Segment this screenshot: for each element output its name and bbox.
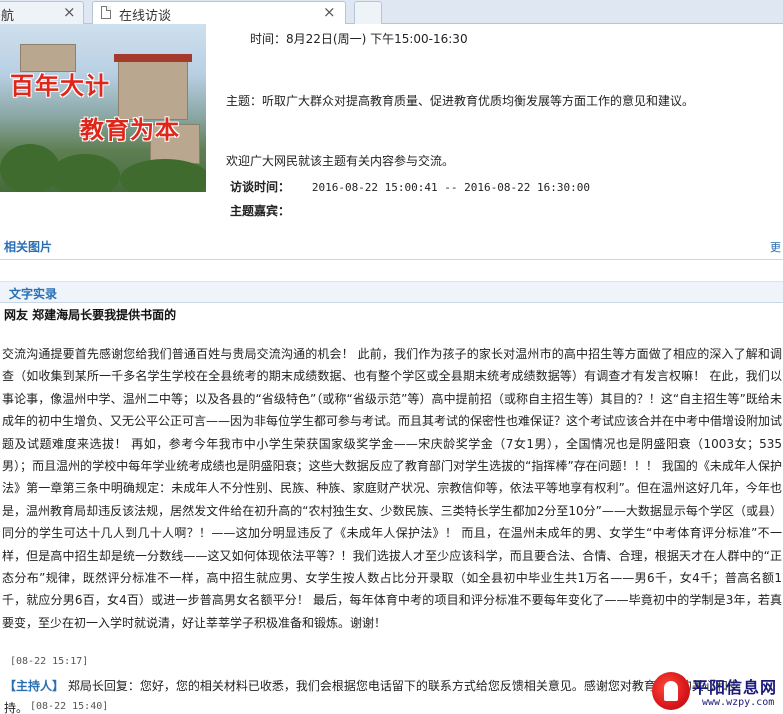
watermark-name: 平阳信息网	[692, 678, 778, 697]
guest-label: 主题嘉宾：	[230, 204, 291, 218]
browser-tab-bar: 航 × 在线访谈 ×	[0, 0, 783, 24]
document-icon	[101, 6, 111, 19]
text-record-bar: 文字实录	[0, 281, 783, 303]
reply-tail: 持。	[4, 701, 29, 714]
reply-timestamp: [08-22 15:17]	[10, 656, 89, 667]
interview-time-value: 2016-08-22 15:00:41 -- 2016-08-22 16:30:…	[311, 181, 590, 194]
roof-shape	[114, 54, 192, 62]
welcome-text: 欢迎广大网民就该主题有关内容参与交流。	[226, 154, 455, 168]
tree-shape	[120, 159, 206, 192]
banner-slogan-line1: 百年大计	[10, 71, 110, 100]
new-tab-button[interactable]	[354, 1, 382, 24]
close-icon[interactable]: ×	[323, 3, 336, 21]
watermark-url: www.wzpy.com	[702, 697, 775, 708]
next-timestamp: [08-22 15:40]	[30, 701, 109, 712]
more-link[interactable]: 更	[770, 239, 781, 255]
guest-row: 主题嘉宾：	[230, 202, 308, 219]
tab-online-interview[interactable]: 在线访谈 ×	[92, 1, 346, 24]
reply-text: 郑局长回复：您好，您的相关材料已收悉，我们会根据您电话留下的联系方式给您反馈相关…	[64, 679, 740, 693]
text-record-title: 文字实录	[9, 287, 58, 301]
tab-navigation[interactable]: 航 ×	[0, 1, 84, 24]
banner-slogan-line2: 教育为本	[80, 115, 180, 144]
host-label: 【主持人】	[4, 679, 65, 693]
interview-time-row: 访谈时间： 2016-08-22 15:00:41 -- 2016-08-22 …	[230, 178, 590, 195]
post-title: 网友 郑建海局长要我提供书面的	[4, 308, 177, 322]
banner-image: 百年大计 教育为本	[0, 24, 206, 192]
tree-shape	[50, 154, 120, 192]
logo-icon	[652, 672, 690, 710]
interview-topic: 主题：听取广大群众对提高教育质量、促进教育优质均衡发展等方面工作的意见和建议。	[226, 94, 695, 108]
related-images-bar: 相关图片 更	[0, 232, 783, 260]
tab-label: 航	[1, 9, 15, 24]
host-reply: 【主持人】 郑局长回复：您好，您的相关材料已收悉，我们会根据您电话留下的联系方式…	[4, 677, 740, 694]
related-images-title: 相关图片	[4, 240, 53, 254]
tab-label: 在线访谈	[119, 9, 172, 24]
interview-time-label: 访谈时间：	[230, 180, 291, 194]
close-icon[interactable]: ×	[63, 3, 76, 21]
site-watermark-logo: 平阳信息网 www.wzpy.com	[650, 670, 783, 714]
post-body: 交流沟通提要首先感谢您给我们普通百姓与贵局交流沟通的机会！ 此前，我们作为孩子的…	[2, 347, 783, 630]
interview-time: 时间：8月22日(周一) 下午15:00-16:30	[250, 32, 468, 46]
